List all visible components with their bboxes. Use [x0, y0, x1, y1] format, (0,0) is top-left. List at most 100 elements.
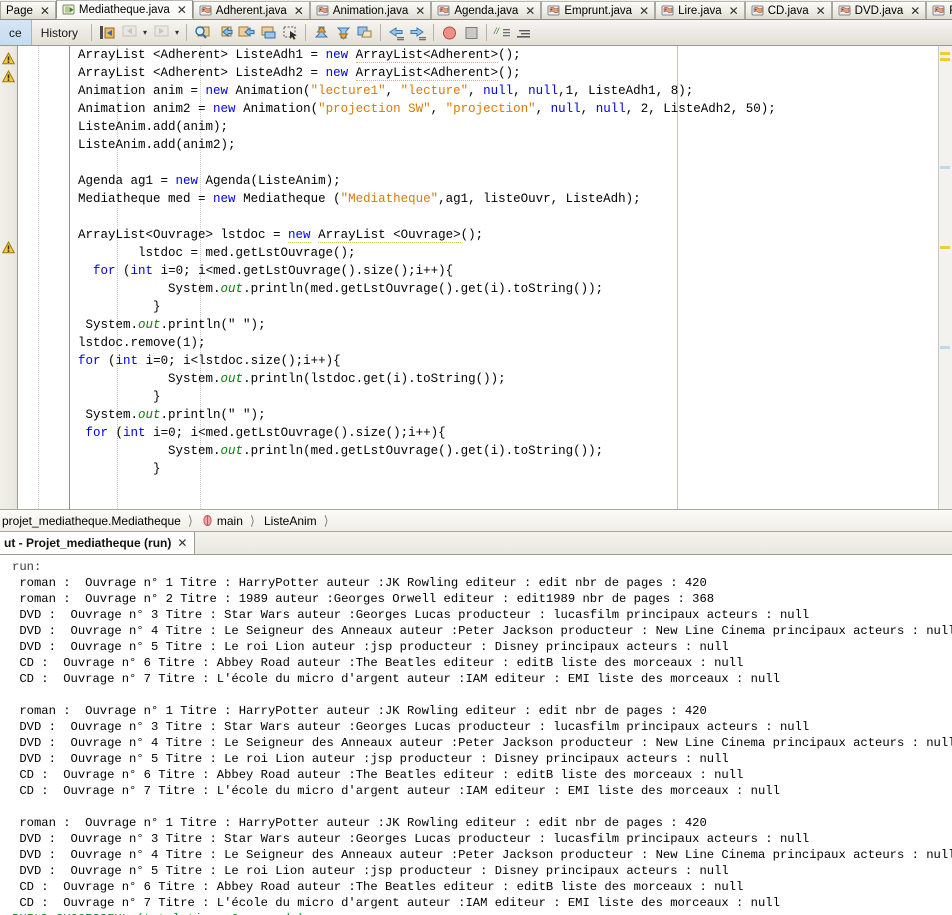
- output-line: DVD : Ouvrage n° 4 Titre : Le Seigneur d…: [12, 848, 952, 862]
- stripe-warning-mark[interactable]: [940, 52, 950, 55]
- code-lines: ArrayList <Adherent> ListeAdh1 = new Arr…: [18, 46, 952, 478]
- close-icon[interactable]: ✕: [177, 536, 187, 550]
- netbeans-ide-window: Page ✕ Mediatheque.java ✕ Adherent.java ✕ Anim…: [0, 0, 952, 915]
- code-line: }: [18, 300, 161, 314]
- code-line: lstdoc.remove(1);: [18, 336, 206, 350]
- java-file-icon: [932, 4, 945, 17]
- output-line: CD : Ouvrage n° 6 Titre : Abbey Road aut…: [12, 880, 744, 894]
- editor-tab-page[interactable]: Page ✕: [0, 1, 56, 19]
- last-edit-button[interactable]: [96, 22, 118, 43]
- code-text-area[interactable]: ArrayList <Adherent> ListeAdh1 = new Arr…: [18, 46, 952, 509]
- output-line: DVD : Ouvrage n° 4 Titre : Le Seigneur d…: [12, 624, 952, 638]
- warning-icon[interactable]: [1, 240, 16, 254]
- close-icon[interactable]: ✕: [525, 4, 535, 18]
- start-macro-recording-icon[interactable]: [438, 22, 460, 43]
- stripe-info-mark[interactable]: [940, 166, 950, 169]
- close-icon[interactable]: ✕: [729, 4, 739, 18]
- java-file-icon: [437, 4, 450, 17]
- breadcrumb-variable-label: ListeAnim: [263, 513, 317, 528]
- output-line: CD : Ouvrage n° 7 Titre : L'école du mic…: [12, 896, 780, 910]
- code-line: lstdoc = med.getLstOuvrage();: [18, 246, 356, 260]
- next-bookmark-icon[interactable]: [235, 22, 257, 43]
- output-tab-run[interactable]: ut - Projet_mediatheque (run) ✕: [0, 532, 196, 554]
- error-stripe[interactable]: [938, 46, 952, 509]
- editor-tab-r[interactable]: R: [926, 1, 952, 19]
- editor-tab-label: Mediatheque.java: [78, 3, 170, 16]
- editor-tab-strip[interactable]: Page ✕ Mediatheque.java ✕ Adherent.java ✕ Anim…: [0, 0, 952, 20]
- output-console[interactable]: run: roman : Ouvrage n° 1 Titre : HarryP…: [0, 555, 952, 915]
- output-line: DVD : Ouvrage n° 3 Titre : Star Wars aut…: [12, 720, 810, 734]
- editor-tab-dvd-java[interactable]: DVD.java ✕: [831, 1, 927, 19]
- previous-bookmark-icon[interactable]: [213, 22, 235, 43]
- breadcrumb[interactable]: projet_mediatheque.Mediatheque ⟩ main ⟩ …: [0, 509, 952, 532]
- editor-tab-label: Lire.java: [678, 4, 722, 17]
- code-line: Animation anim = new Animation("lecture1…: [18, 84, 694, 98]
- code-line: Mediatheque med = new Mediatheque ("Medi…: [18, 192, 641, 206]
- editor-tab-lire-java[interactable]: Lire.java ✕: [655, 1, 745, 19]
- close-icon[interactable]: ✕: [910, 4, 920, 18]
- code-line: System.out.println(med.getLstOuvrage().g…: [18, 444, 604, 458]
- output-line: CD : Ouvrage n° 7 Titre : L'école du mic…: [12, 672, 780, 686]
- breadcrumb-item-class[interactable]: projet_mediatheque.Mediatheque: [0, 514, 183, 528]
- copy-bookmark-icon[interactable]: [354, 22, 376, 43]
- editor-tab-emprunt-java[interactable]: Emprunt.java ✕: [541, 1, 656, 19]
- breadcrumb-item-method[interactable]: main: [200, 514, 245, 528]
- close-icon[interactable]: ✕: [40, 4, 50, 18]
- editor-tab-adherent-java[interactable]: Adherent.java ✕: [192, 1, 310, 19]
- code-line: for (int i=0; i<lstdoc.size();i++){: [78, 354, 341, 368]
- close-icon[interactable]: ✕: [177, 3, 187, 17]
- output-line: DVD : Ouvrage n° 5 Titre : Le roi Lion a…: [12, 640, 729, 654]
- editor-tab-animation-java[interactable]: Animation.java ✕: [309, 1, 432, 19]
- editor-toolbar[interactable]: ce History ▾ ▾ //: [0, 20, 952, 46]
- editor-glyph-gutter[interactable]: [0, 46, 18, 509]
- shift-line-up-icon[interactable]: [310, 22, 332, 43]
- stripe-warning-mark[interactable]: [940, 246, 950, 249]
- rectangular-selection-icon[interactable]: [279, 22, 301, 43]
- breadcrumb-method-label: main: [216, 513, 243, 528]
- shift-line-right-icon[interactable]: [407, 22, 429, 43]
- output-tab-label: ut - Projet_mediatheque (run): [4, 536, 172, 550]
- back-button[interactable]: [118, 22, 140, 43]
- code-line: ArrayList <Adherent> ListeAdh1 = new Arr…: [18, 48, 521, 63]
- code-editor[interactable]: ArrayList <Adherent> ListeAdh1 = new Arr…: [0, 46, 952, 509]
- warning-icon[interactable]: [1, 51, 16, 65]
- comment-icon[interactable]: //: [491, 22, 513, 43]
- uncomment-icon[interactable]: [513, 22, 535, 43]
- stop-macro-recording-icon[interactable]: [460, 22, 482, 43]
- back-dropdown-arrow[interactable]: ▾: [140, 22, 150, 43]
- java-main-file-icon: [62, 3, 75, 16]
- close-icon[interactable]: ✕: [816, 4, 826, 18]
- output-tab-filler: [195, 532, 952, 554]
- stripe-info-mark[interactable]: [940, 346, 950, 349]
- java-file-icon: [661, 4, 674, 17]
- toggle-bookmark-icon[interactable]: [257, 22, 279, 43]
- close-icon[interactable]: ✕: [639, 4, 649, 18]
- stripe-warning-mark[interactable]: [940, 58, 950, 61]
- code-line: Agenda ag1 = new Agenda(ListeAnim);: [18, 174, 341, 188]
- toolbar-separator: [433, 24, 435, 41]
- editor-tab-mediatheque-java[interactable]: Mediatheque.java ✕: [55, 0, 193, 19]
- editor-tab-cd-java[interactable]: CD.java ✕: [744, 1, 832, 19]
- editor-tab-agenda-java[interactable]: Agenda.java ✕: [431, 1, 542, 19]
- forward-button[interactable]: [150, 22, 172, 43]
- output-line: DVD : Ouvrage n° 3 Titre : Star Wars aut…: [12, 608, 810, 622]
- breadcrumb-item-variable[interactable]: ListeAnim: [262, 514, 319, 528]
- output-tab-strip[interactable]: ut - Projet_mediatheque (run) ✕: [0, 532, 952, 555]
- warning-icon[interactable]: [1, 69, 16, 83]
- tab-history[interactable]: History: [32, 20, 87, 45]
- forward-dropdown-arrow[interactable]: ▾: [172, 22, 182, 43]
- code-line: ListeAnim.add(anim2);: [18, 138, 236, 152]
- code-line: for (int i=0; i<med.getLstOuvrage().size…: [93, 264, 454, 278]
- output-line: run:: [12, 560, 42, 574]
- close-icon[interactable]: ✕: [294, 4, 304, 18]
- code-line: System.out.println(" ");: [18, 408, 266, 422]
- editor-tab-label: Emprunt.java: [564, 4, 633, 17]
- output-line: DVD : Ouvrage n° 4 Titre : Le Seigneur d…: [12, 736, 952, 750]
- shift-line-down-icon[interactable]: [332, 22, 354, 43]
- tab-source[interactable]: ce: [0, 20, 32, 45]
- output-line: BUILD SUCCESSFUL (total time: 0 seconds): [12, 911, 952, 915]
- find-selection-icon[interactable]: [191, 22, 213, 43]
- shift-line-left-icon[interactable]: [385, 22, 407, 43]
- close-icon[interactable]: ✕: [415, 4, 425, 18]
- output-line: CD : Ouvrage n° 6 Titre : Abbey Road aut…: [12, 656, 744, 670]
